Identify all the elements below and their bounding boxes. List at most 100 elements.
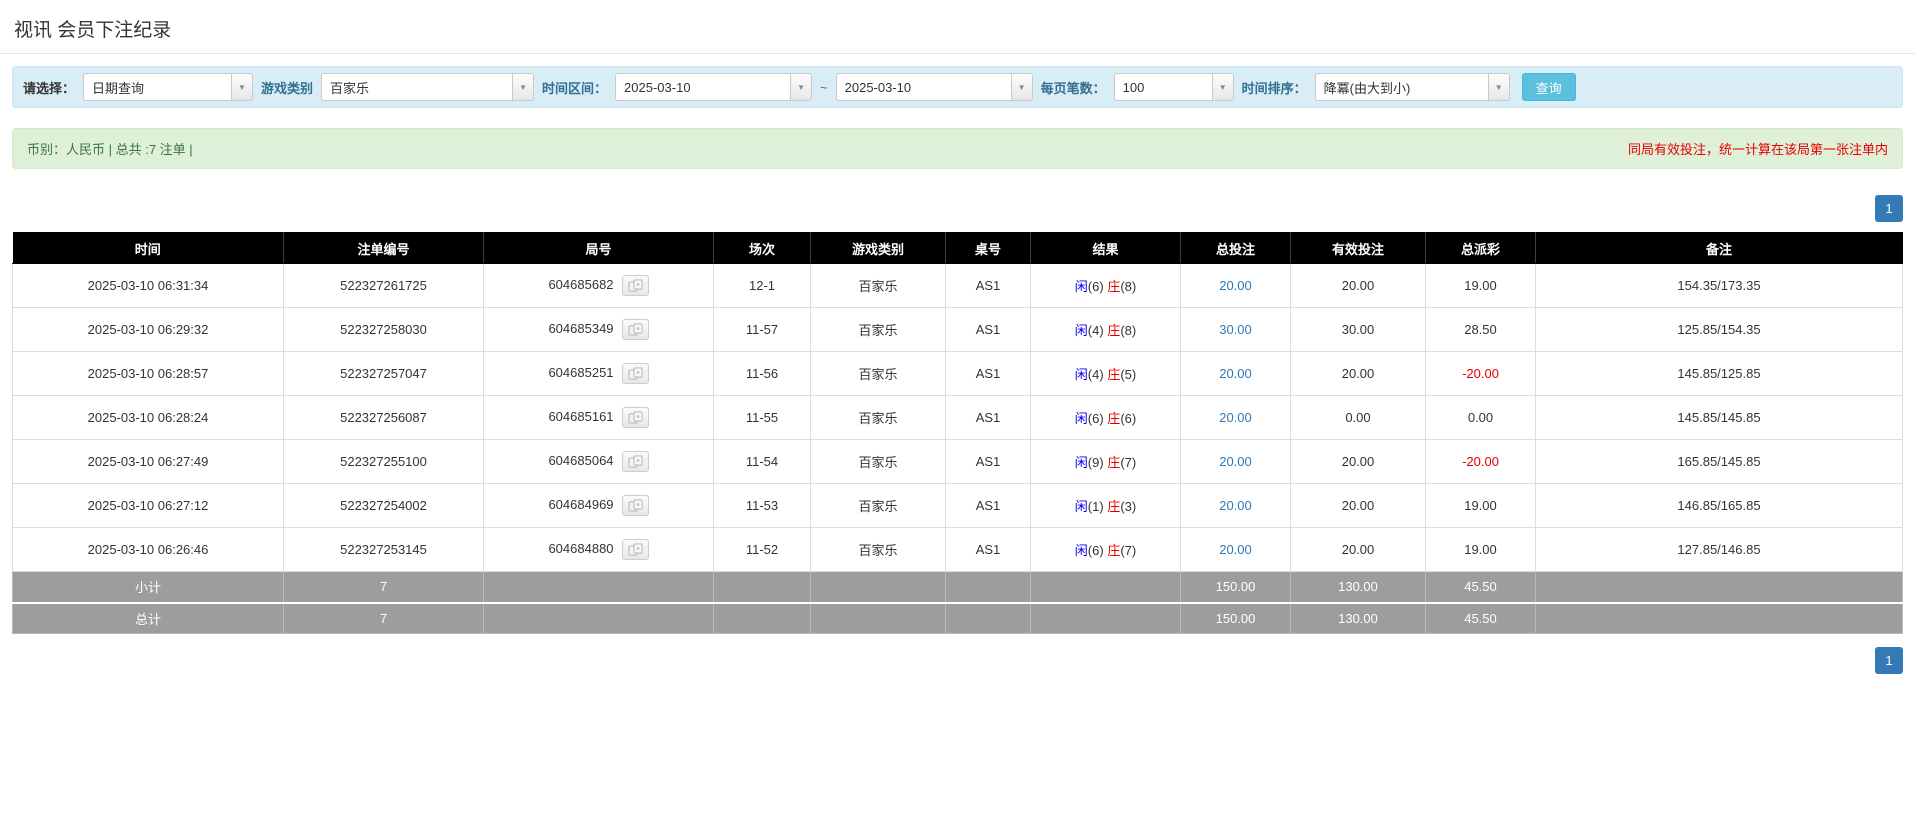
- cards-icon: [628, 455, 643, 468]
- column-header: 备注: [1535, 232, 1903, 264]
- search-button[interactable]: 查询: [1521, 73, 1576, 101]
- date-from-input[interactable]: [615, 73, 791, 101]
- select-type-input[interactable]: [83, 73, 232, 101]
- page-size-dropdown-button[interactable]: ▼: [1211, 73, 1234, 101]
- page-button-1[interactable]: 1: [1875, 647, 1903, 674]
- view-cards-button[interactable]: [621, 363, 649, 384]
- total-bet-link[interactable]: 20.00: [1219, 542, 1252, 557]
- cell-round-id: 604685161: [483, 395, 714, 440]
- subtotal-valid-bet: 130.00: [1290, 571, 1426, 603]
- cell-result: 闲(6) 庄(6): [1030, 395, 1181, 440]
- result-banker-score: (8): [1120, 323, 1137, 338]
- total-bet-link[interactable]: 20.00: [1219, 278, 1252, 293]
- cell-session: 11-53: [713, 483, 811, 528]
- cell-table-no: AS1: [945, 351, 1031, 396]
- cards-icon: [628, 543, 643, 556]
- game-type-label: 游戏类别: [261, 80, 314, 96]
- page-button-1[interactable]: 1: [1875, 195, 1903, 222]
- date-range-separator: ~: [820, 79, 828, 95]
- column-header: 场次: [713, 232, 811, 264]
- total-bet-link[interactable]: 20.00: [1219, 498, 1252, 513]
- game-type-combo: ▼: [321, 73, 535, 101]
- footer-empty-cell: [1030, 601, 1181, 634]
- round-id-text: 604685161: [548, 408, 614, 424]
- chevron-down-icon: ▼: [519, 82, 527, 92]
- total-payout: 45.50: [1425, 601, 1536, 634]
- column-header: 局号: [483, 232, 714, 264]
- bet-records-table: 时间 注单编号 局号 场次 游戏类别 桌号 结果 总投注 有效投注 总派彩 备注 2025-03-1…: [12, 232, 1903, 634]
- pagination-top: 1: [12, 195, 1903, 222]
- cell-result: 闲(1) 庄(3): [1030, 483, 1181, 528]
- result-player-score: (6): [1087, 543, 1104, 558]
- bet-record-row: 2025-03-10 06:28:57 522327257047 604685251…: [12, 351, 1903, 396]
- cell-table-no: AS1: [945, 263, 1031, 308]
- cards-icon: [628, 367, 643, 380]
- bet-record-row: 2025-03-10 06:29:32 522327258030 604685349…: [12, 307, 1903, 352]
- cell-time: 2025-03-10 06:28:24: [12, 395, 284, 440]
- game-type-dropdown-button[interactable]: ▼: [512, 73, 535, 101]
- payout-value: 28.50: [1464, 322, 1497, 337]
- view-cards-button[interactable]: [621, 539, 649, 560]
- result-banker-score: (6): [1120, 411, 1137, 426]
- cell-payout: 19.00: [1425, 483, 1536, 528]
- payout-value: 19.00: [1464, 498, 1497, 513]
- result-banker-score: (7): [1120, 455, 1137, 470]
- subtotal-label: 小计: [12, 571, 284, 603]
- column-header: 总派彩: [1425, 232, 1536, 264]
- total-total-bet: 150.00: [1180, 601, 1291, 634]
- view-cards-button[interactable]: [621, 319, 649, 340]
- total-bet-link[interactable]: 20.00: [1219, 454, 1252, 469]
- result-player-score: (4): [1087, 367, 1104, 382]
- sort-order-combo: ▼: [1314, 73, 1510, 101]
- payout-value: -20.00: [1462, 454, 1499, 469]
- cell-payout: 0.00: [1425, 395, 1536, 440]
- cell-payout: 28.50: [1425, 307, 1536, 352]
- sort-order-dropdown-button[interactable]: ▼: [1487, 73, 1510, 101]
- subtotal-total-bet: 150.00: [1180, 571, 1291, 603]
- game-type-input[interactable]: [321, 73, 513, 101]
- cell-game-type: 百家乐: [810, 263, 946, 308]
- cell-session: 12-1: [713, 263, 811, 308]
- cell-payout: -20.00: [1425, 351, 1536, 396]
- page-size-input[interactable]: [1113, 73, 1212, 101]
- chevron-down-icon: ▼: [797, 82, 805, 92]
- date-to-dropdown-button[interactable]: ▼: [1010, 73, 1033, 101]
- bet-record-row: 2025-03-10 06:27:12 522327254002 604684969…: [12, 483, 1903, 528]
- total-bet-link[interactable]: 30.00: [1219, 322, 1252, 337]
- cell-bet-id: 522327253145: [283, 527, 484, 572]
- page-size-label: 每页笔数：: [1040, 80, 1106, 96]
- date-from-dropdown-button[interactable]: ▼: [790, 73, 813, 101]
- cell-round-id: 604684880: [483, 527, 714, 572]
- cell-bet-id: 522327256087: [283, 395, 484, 440]
- result-banker-score: (8): [1120, 279, 1137, 294]
- footer-empty-cell: [1030, 571, 1181, 603]
- total-label: 总计: [12, 601, 284, 634]
- cell-remark: 165.85/145.85: [1535, 439, 1903, 484]
- cell-remark: 154.35/173.35: [1535, 263, 1903, 308]
- result-player: 闲: [1074, 323, 1088, 338]
- view-cards-button[interactable]: [621, 495, 649, 516]
- view-cards-button[interactable]: [621, 275, 649, 296]
- payout-value: 0.00: [1467, 410, 1494, 425]
- total-bet-link[interactable]: 20.00: [1219, 410, 1252, 425]
- select-type-combo: ▼: [83, 73, 254, 101]
- result-player-score: (4): [1087, 323, 1104, 338]
- cell-bet-id: 522327254002: [283, 483, 484, 528]
- total-bet-link[interactable]: 20.00: [1219, 366, 1252, 381]
- cell-bet-id: 522327258030: [283, 307, 484, 352]
- date-to-input[interactable]: [835, 73, 1011, 101]
- cell-remark: 127.85/146.85: [1535, 527, 1903, 572]
- sort-order-input[interactable]: [1314, 73, 1488, 101]
- view-cards-button[interactable]: [621, 451, 649, 472]
- select-type-dropdown-button[interactable]: ▼: [231, 73, 254, 101]
- result-banker: 庄: [1107, 455, 1121, 470]
- subtotal-count: 7: [283, 571, 484, 603]
- result-banker: 庄: [1107, 411, 1121, 426]
- cell-game-type: 百家乐: [810, 439, 946, 484]
- result-banker: 庄: [1107, 367, 1121, 382]
- cell-valid-bet: 0.00: [1290, 395, 1426, 440]
- cell-time: 2025-03-10 06:27:49: [12, 439, 284, 484]
- view-cards-button[interactable]: [621, 407, 649, 428]
- round-id-text: 604685064: [548, 452, 614, 468]
- result-banker: 庄: [1107, 499, 1121, 514]
